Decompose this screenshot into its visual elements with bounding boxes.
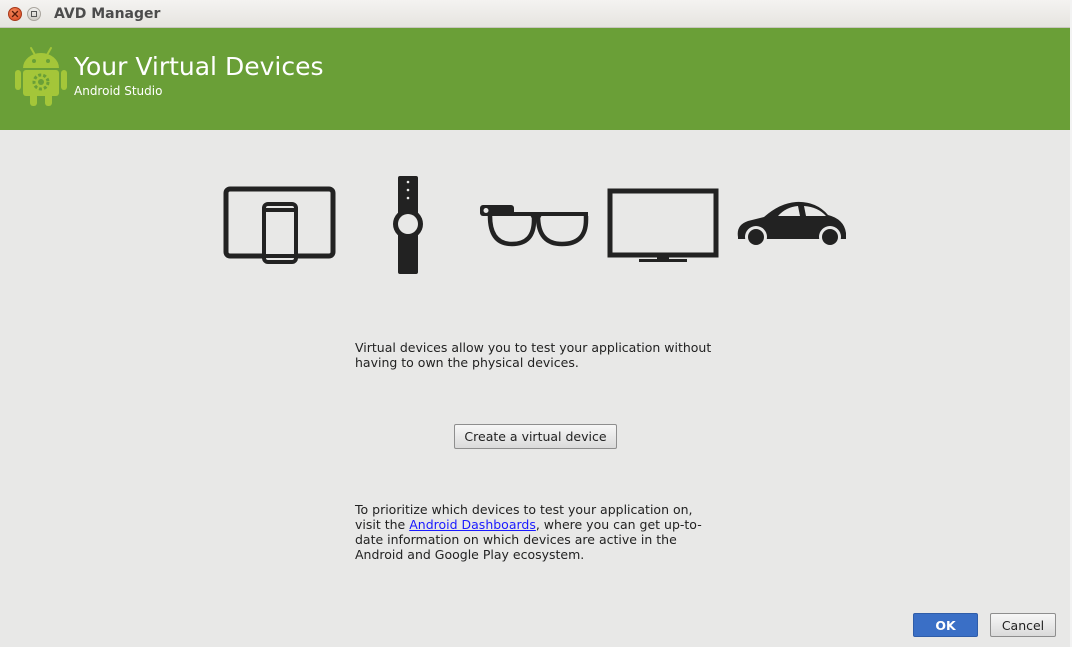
close-window-button[interactable] <box>8 7 22 21</box>
window-title: AVD Manager <box>54 6 161 22</box>
maximize-icon <box>31 11 37 17</box>
devices-description: Virtual devices allow you to test your a… <box>355 340 712 370</box>
cancel-button[interactable]: Cancel <box>990 613 1056 637</box>
header-title: Your Virtual Devices <box>74 52 324 81</box>
dashboard-info-text: To prioritize which devices to test your… <box>355 502 715 562</box>
close-icon <box>11 10 19 18</box>
avd-manager-window: AVD Manager Your Virtual Devices Android… <box>0 0 1070 647</box>
android-logo-icon <box>15 47 67 106</box>
create-virtual-device-button[interactable]: Create a virtual device <box>454 424 617 449</box>
header-banner: Your Virtual Devices Android Studio <box>0 28 1070 130</box>
phone-tablet-icon <box>223 186 336 264</box>
glass-icon <box>480 205 589 247</box>
car-icon <box>737 201 846 248</box>
tv-icon <box>607 188 719 262</box>
header-subtitle: Android Studio <box>74 84 163 98</box>
maximize-window-button[interactable] <box>27 7 41 21</box>
ok-button[interactable]: OK <box>913 613 978 637</box>
android-dashboards-link[interactable]: Android Dashboards <box>409 517 536 532</box>
title-bar: AVD Manager <box>0 0 1070 28</box>
watch-icon <box>393 176 423 274</box>
